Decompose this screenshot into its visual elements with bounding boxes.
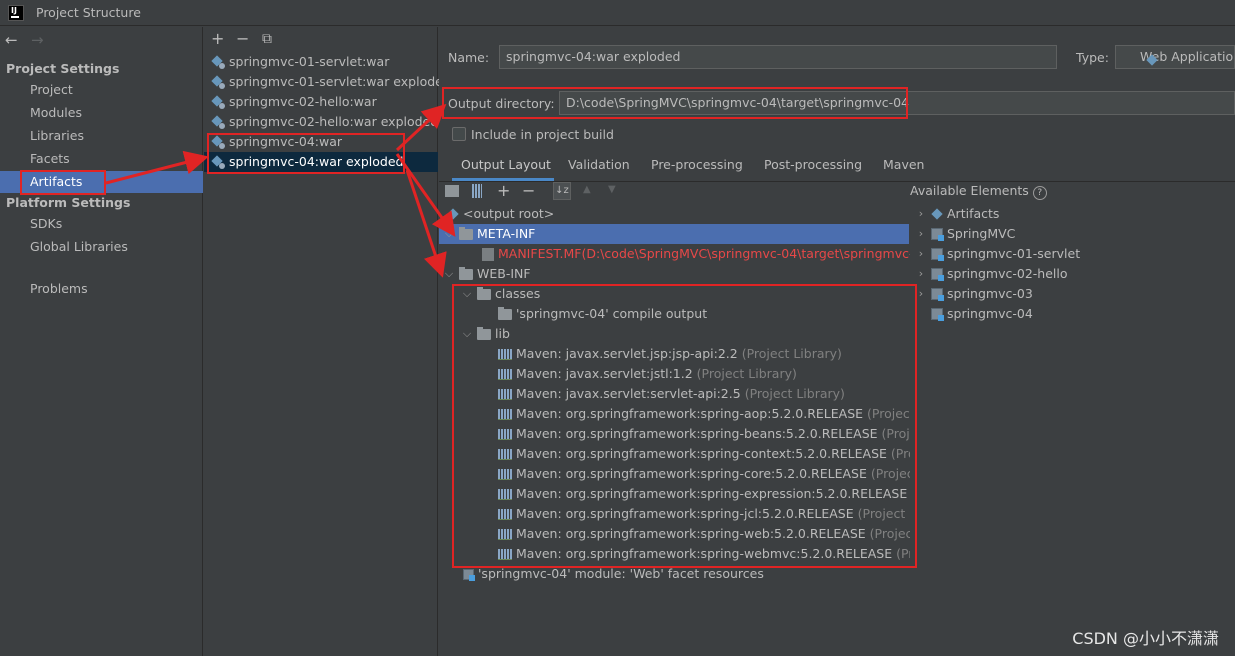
arrow-to-web-inf — [405, 169, 447, 278]
arrow-to-artifact-list — [105, 150, 209, 185]
annotation-arrows — [105, 103, 456, 278]
watermark: CSDN @小小不潇潇 — [1072, 629, 1219, 648]
arrow-to-output-directory — [395, 103, 447, 152]
